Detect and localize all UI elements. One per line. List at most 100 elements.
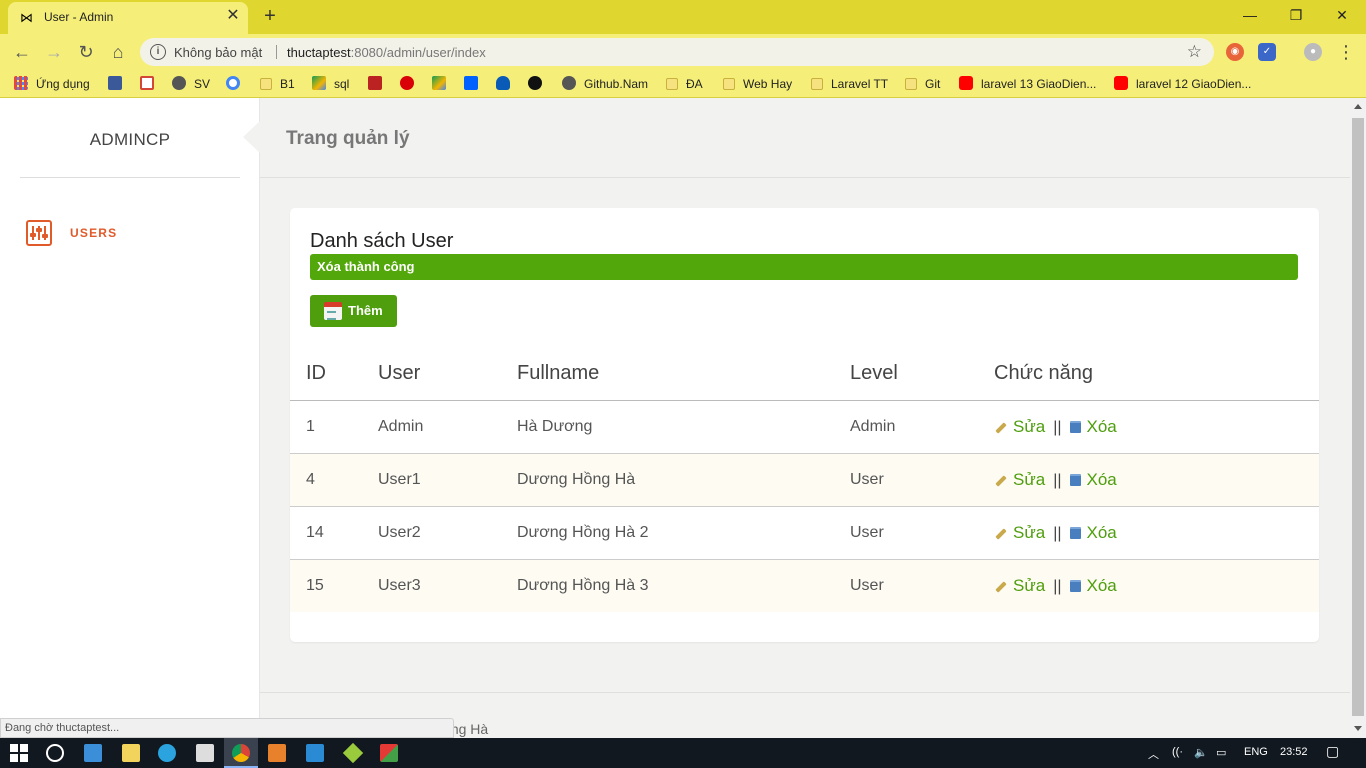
- cell-actions: Sửa || Xóa: [994, 400, 1319, 453]
- windows-taskbar: ︿ ((· 🔈 ▭ ENG 23:52 ▢: [0, 738, 1366, 768]
- column-header-actions: Chức năng: [994, 348, 1319, 401]
- battery-icon[interactable]: ▭: [1216, 746, 1226, 759]
- reload-button[interactable]: ↻: [74, 41, 98, 63]
- bookmark-github[interactable]: [528, 76, 550, 92]
- bookmark-mega[interactable]: [400, 76, 422, 92]
- clock-time[interactable]: 23:52: [1280, 746, 1308, 758]
- table-row: 1 Admin Hà Dương Admin Sửa || Xóa: [290, 400, 1319, 453]
- browser-tabstrip: ⋈ User - Admin ✕ + — ❐ ✕: [0, 0, 1366, 34]
- scroll-down-arrow-icon[interactable]: [1354, 726, 1362, 731]
- back-button[interactable]: ←: [10, 41, 34, 63]
- layers-app-icon[interactable]: [342, 742, 364, 764]
- edit-link[interactable]: Sửa: [994, 576, 1045, 595]
- menu-dots-icon[interactable]: ⋮: [1334, 41, 1358, 63]
- desktop-app-icon[interactable]: [84, 744, 102, 762]
- card-title: Danh sách User: [310, 230, 454, 252]
- cell-fullname: Dương Hồng Hà: [517, 452, 850, 506]
- volume-icon[interactable]: 🔈: [1194, 746, 1208, 759]
- table-row: 4 User1 Dương Hồng Hà User Sửa || Xóa: [290, 452, 1319, 506]
- bookmark-facebook[interactable]: [108, 76, 130, 92]
- cell-fullname: Dương Hồng Hà 3: [517, 558, 850, 612]
- bookmark-star-icon[interactable]: ☆: [1187, 42, 1202, 62]
- bookmark-web-hay[interactable]: Web Hay: [723, 76, 792, 92]
- bookmark-da[interactable]: ĐA: [666, 76, 703, 92]
- tray-chevron-icon[interactable]: ︿: [1148, 746, 1159, 762]
- window-close-button[interactable]: ✕: [1322, 4, 1362, 28]
- edit-link[interactable]: Sửa: [994, 523, 1045, 542]
- youtube-icon: [959, 76, 973, 90]
- delete-link[interactable]: Xóa: [1069, 470, 1117, 489]
- delete-link[interactable]: Xóa: [1069, 576, 1117, 595]
- bookmark-google[interactable]: [226, 76, 248, 92]
- action-separator: ||: [1053, 471, 1062, 489]
- browser-tab[interactable]: ⋈ User - Admin ✕: [8, 2, 248, 34]
- drive-icon: [432, 76, 446, 90]
- column-header-level: Level: [850, 348, 994, 401]
- shield-extension-icon[interactable]: ✓: [1258, 43, 1276, 61]
- active-nav-pointer: [243, 121, 260, 153]
- bookmark-dropbox[interactable]: [464, 76, 486, 92]
- bookmark-sql[interactable]: sql: [312, 76, 349, 92]
- scroll-thumb[interactable]: [1352, 118, 1364, 716]
- pencil-icon: [995, 421, 1007, 434]
- bookmark-b1[interactable]: B1: [260, 76, 295, 92]
- app-icon[interactable]: [196, 744, 214, 762]
- info-icon[interactable]: i: [150, 44, 166, 60]
- user-list-card: Danh sách User Xóa thành công Thêm ID Us…: [290, 208, 1319, 642]
- taskbar-active-chrome[interactable]: [224, 738, 258, 768]
- action-separator: ||: [1053, 577, 1062, 595]
- bookmark-onedrive[interactable]: [496, 76, 518, 92]
- restore-button[interactable]: ❐: [1276, 4, 1316, 28]
- edit-link[interactable]: Sửa: [994, 417, 1045, 436]
- search-icon[interactable]: [46, 744, 64, 762]
- pencil-icon: [995, 474, 1007, 487]
- delete-link[interactable]: Xóa: [1069, 417, 1117, 436]
- add-user-label: Thêm: [348, 303, 383, 318]
- table-header-row: ID User Fullname Level Chức năng: [290, 348, 1319, 401]
- bookmark-github-nam[interactable]: Github.Nam: [562, 76, 648, 92]
- add-user-button[interactable]: Thêm: [310, 295, 397, 327]
- bookmark-drive[interactable]: [432, 76, 454, 92]
- extension-icon[interactable]: ◉: [1226, 43, 1244, 61]
- language-indicator[interactable]: ENG: [1244, 746, 1268, 758]
- telegram-icon[interactable]: [158, 744, 176, 762]
- bookmark-sv[interactable]: SV: [172, 76, 210, 92]
- cell-actions: Sửa || Xóa: [994, 452, 1319, 506]
- loading-status-bubble: Đang chờ thuctaptest...: [0, 718, 454, 738]
- close-tab-icon[interactable]: ✕: [224, 7, 242, 25]
- action-separator: ||: [1053, 524, 1062, 542]
- bookmark-laravel-tt[interactable]: Laravel TT: [811, 76, 888, 92]
- bookmark-gmail[interactable]: [140, 76, 162, 92]
- bookmark-laravel-13[interactable]: laravel 13 GiaoDien...: [959, 76, 1096, 92]
- edit-link[interactable]: Sửa: [994, 470, 1045, 489]
- media-app-icon[interactable]: [380, 744, 398, 762]
- new-tab-button[interactable]: +: [258, 5, 282, 29]
- delete-link[interactable]: Xóa: [1069, 523, 1117, 542]
- home-button[interactable]: ⌂: [106, 41, 130, 63]
- sidebar-item-users[interactable]: USERS: [26, 220, 226, 246]
- profile-avatar[interactable]: ●: [1304, 43, 1322, 61]
- cell-id: 14: [290, 505, 378, 559]
- table-row: 14 User2 Dương Hồng Hà 2 User Sửa || Xóa: [290, 505, 1319, 559]
- drive-icon: [312, 76, 326, 90]
- notepad-icon[interactable]: [122, 744, 140, 762]
- windows-start-icon[interactable]: [10, 744, 28, 762]
- forward-button[interactable]: →: [42, 41, 66, 63]
- notification-center-icon[interactable]: ▢: [1326, 743, 1339, 760]
- scroll-up-arrow-icon[interactable]: [1354, 104, 1362, 109]
- bookmark-git[interactable]: Git: [905, 76, 940, 92]
- bookmark-apps[interactable]: Ứng dụng: [14, 76, 90, 92]
- vscode-icon[interactable]: [306, 744, 324, 762]
- page-scrollbar[interactable]: [1350, 98, 1366, 738]
- bookmark-laravel-12[interactable]: laravel 12 GiaoDien...: [1114, 76, 1251, 92]
- minimize-button[interactable]: —: [1230, 4, 1270, 28]
- table-row: 15 User3 Dương Hồng Hà 3 User Sửa || Xóa: [290, 558, 1319, 612]
- chrome-icon: [232, 744, 250, 762]
- trash-icon: [1069, 526, 1081, 539]
- brand-divider: [20, 177, 240, 178]
- wifi-icon[interactable]: ((·: [1172, 746, 1183, 758]
- sidebar: ADMINCP USERS: [0, 98, 260, 738]
- address-bar[interactable]: i Không bảo mật thuctaptest:8080/admin/u…: [140, 38, 1214, 66]
- bookmark-crest[interactable]: [368, 76, 390, 92]
- sublime-text-icon[interactable]: [268, 744, 286, 762]
